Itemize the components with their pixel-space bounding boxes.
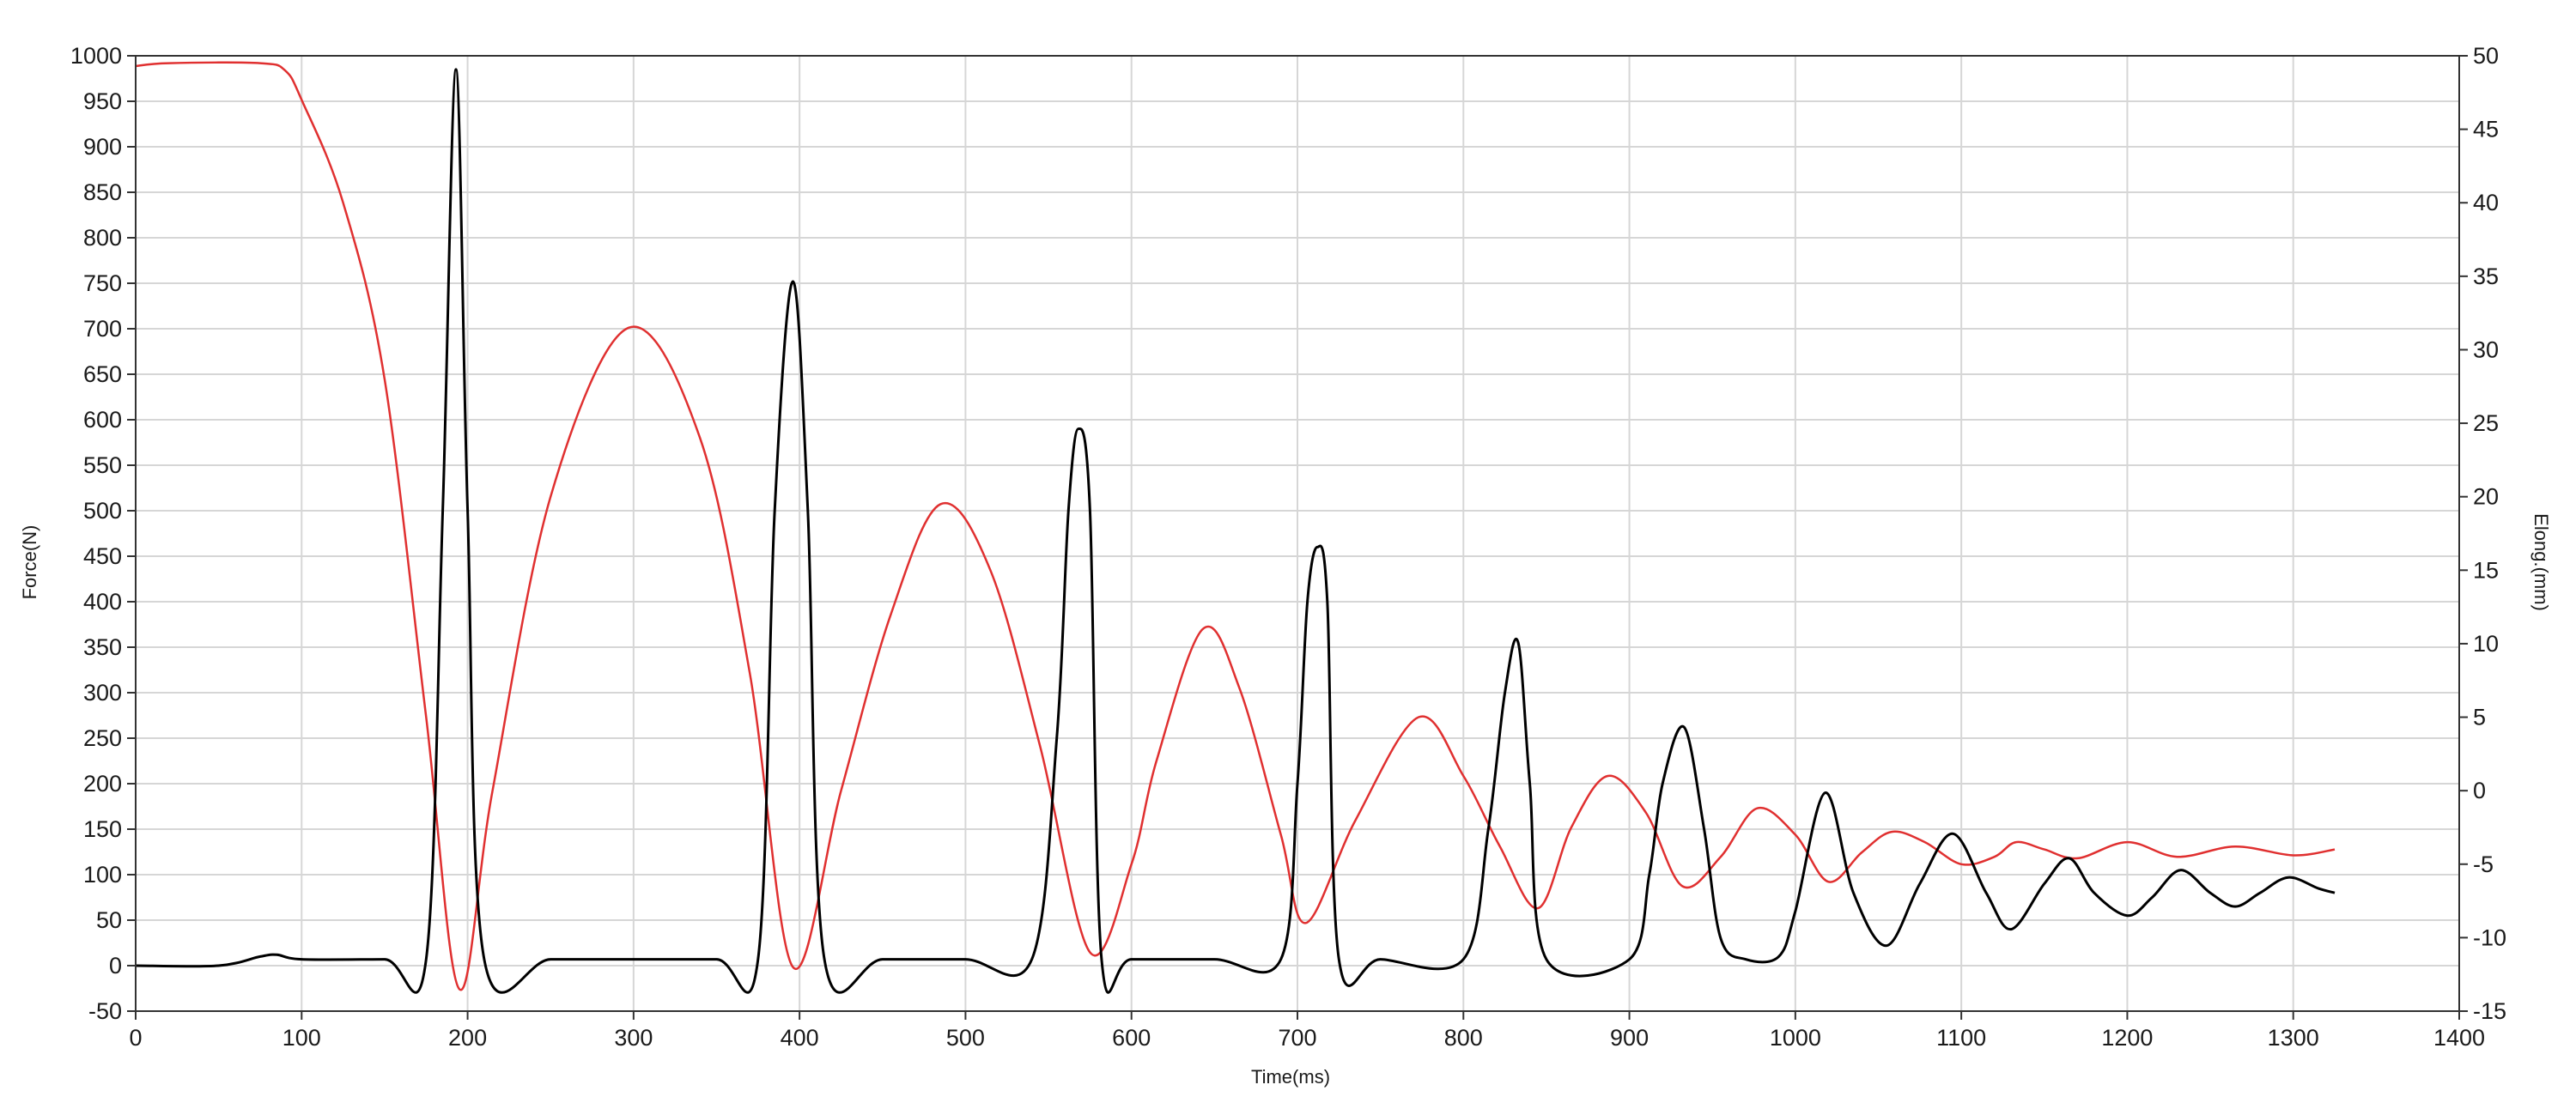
x-tick-label: 700 (1278, 1025, 1316, 1051)
y-left-tick-label: 250 (83, 725, 122, 751)
y-left-tick-label: 300 (83, 680, 122, 706)
y-left-tick-label: 750 (83, 270, 122, 296)
x-tick-label: 100 (283, 1025, 321, 1051)
x-tick-label: 0 (129, 1025, 142, 1051)
y-left-tick-label: 800 (83, 225, 122, 251)
y-left-tick-label: 1000 (70, 43, 122, 69)
x-tick-label: 200 (448, 1025, 487, 1051)
x-axis-label: Time(ms) (1251, 1066, 1330, 1088)
y-left-tick-label: 600 (83, 407, 122, 433)
x-tick-label: 400 (781, 1025, 819, 1051)
y-left-tick-label: 150 (83, 816, 122, 842)
x-tick-label: 900 (1610, 1025, 1649, 1051)
x-tick-label: 300 (614, 1025, 653, 1051)
x-tick-label: 1200 (2101, 1025, 2153, 1051)
y-right-tick-label: 25 (2473, 410, 2499, 436)
x-tick-label: 1400 (2433, 1025, 2485, 1051)
y-left-tick-label: 950 (83, 88, 122, 114)
x-tick-label: 1000 (1770, 1025, 1821, 1051)
y-right-tick-label: 0 (2473, 778, 2486, 803)
y-left-tick-label: 200 (83, 771, 122, 797)
series-layer (135, 61, 2336, 994)
y-left-tick-label: 450 (83, 543, 122, 569)
x-tick-label: 600 (1112, 1025, 1151, 1051)
y-right-tick-label: -10 (2473, 924, 2506, 950)
y-left-tick-label: 900 (83, 134, 122, 160)
x-tick-label: 800 (1444, 1025, 1483, 1051)
force-elongation-chart: 0 100 200 300 400 500 600 700 800 900 1000 1100 1200… (19, 43, 2552, 1088)
y-left-tick-label: 100 (83, 862, 122, 888)
y-left-tick-label: 50 (96, 907, 122, 933)
y-right-tick-label: 50 (2473, 43, 2499, 69)
y-left-tick-label: 550 (83, 452, 122, 478)
y-right-tick-label: 40 (2473, 190, 2499, 215)
y-left-tick-label: 700 (83, 316, 122, 342)
y-right-tick-label: 10 (2473, 631, 2499, 657)
elongation-series-line (135, 61, 2336, 991)
y-right-tick-label: 20 (2473, 484, 2499, 510)
y-right-tick-label: 35 (2473, 264, 2499, 289)
y-right-tick-label: -5 (2473, 851, 2494, 877)
y-right-tick-label: 5 (2473, 705, 2486, 730)
y-left-tick-label: -50 (88, 998, 122, 1024)
y-right-tick-label: 30 (2473, 336, 2499, 362)
x-tick-label: 1300 (2268, 1025, 2319, 1051)
y-left-tick-label: 0 (109, 953, 122, 979)
grid (135, 55, 2460, 1012)
y-axis-right-label: Elong.(mm) (2530, 513, 2552, 611)
x-tick-label: 1100 (1936, 1025, 1986, 1051)
x-tick-label: 500 (946, 1025, 985, 1051)
force-series-line (135, 68, 2336, 994)
y-right-tick-label: 45 (2473, 117, 2499, 142)
y-axis-left-label: Force(N) (19, 525, 40, 600)
y-right-tick-label: 15 (2473, 557, 2499, 583)
y-left-tick-label: 400 (83, 589, 122, 615)
y-right-tick-label: -15 (2473, 998, 2506, 1024)
y-left-tick-label: 650 (83, 361, 122, 387)
y-left-tick-label: 500 (83, 498, 122, 524)
y-left-tick-label: 350 (83, 634, 122, 660)
axis-ticks: 0 100 200 300 400 500 600 700 800 900 1000 1100 1200… (70, 43, 2506, 1051)
y-left-tick-label: 850 (83, 179, 122, 205)
